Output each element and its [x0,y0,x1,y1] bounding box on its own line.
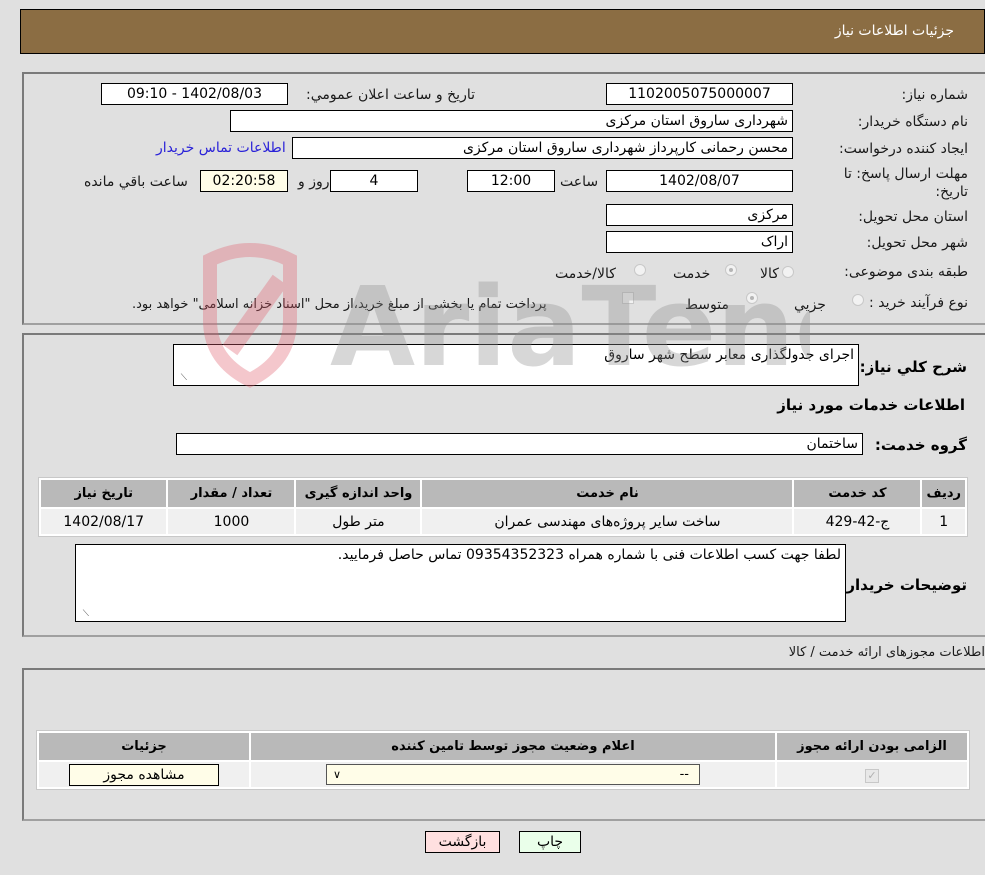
col-permit-required: الزامی بودن ارائه مجوز [777,733,967,760]
page-title: جزئیات اطلاعات نیاز [834,23,954,39]
treasury-bonds-checkbox[interactable] [622,292,634,304]
page-header: جزئیات اطلاعات نیاز [20,9,985,54]
permits-table-header: الزامی بودن ارائه مجوز اعلام وضعیت مجوز … [39,733,967,760]
cell-row: 1 [922,509,965,534]
cell-service-name: ساخت سایر پروژه‌های مهندسی عمران [422,509,793,534]
col-permit-status: اعلام وضعیت مجوز توسط تامین کننده [251,733,775,760]
buyer-org-label: نام دستگاه خريدار: [857,114,968,130]
services-table: ردیف کد خدمت نام خدمت واحد اندازه گیری ت… [38,477,968,537]
announce-datetime-field[interactable]: 1402/08/03 - 09:10 [101,83,288,105]
cell-unit: متر طول [296,509,421,534]
summary-textarea[interactable]: اجرای جدولگذاری معابر سطح شهر ساروق ⟋ [173,344,859,386]
cell-quantity: 1000 [168,509,295,534]
col-unit: واحد اندازه گیری [296,480,421,507]
services-table-header: ردیف کد خدمت نام خدمت واحد اندازه گیری ت… [41,480,965,507]
treasury-bonds-note: پرداخت تمام یا بخشی از مبلغ خرید،از محل … [132,297,547,312]
need-number-label: شماره نیاز: [901,87,969,103]
category-radio-goods-service[interactable] [634,264,646,276]
time-remaining-label: ساعت باقي مانده [84,174,188,190]
view-permit-button[interactable]: مشاهده مجوز [69,763,219,786]
category-option-goods-service: کالا/خدمت [555,266,616,282]
process-radio-partial[interactable] [852,294,864,306]
permits-section-title: اطلاعات مجوزهای ارائه خدمت / کالا [788,645,985,660]
services-title: اطلاعات خدمات مورد نیاز [777,396,965,414]
city-field[interactable]: اراک [606,231,793,253]
buyer-notes-text: لطفا جهت کسب اطلاعات فنی با شماره همراه … [337,547,841,563]
process-option-partial: جزیي [794,297,826,313]
back-button[interactable]: بازگشت [425,831,500,853]
permits-table: الزامی بودن ارائه مجوز اعلام وضعیت مجوز … [36,730,970,790]
resize-grip-icon[interactable]: ⟋ [79,609,89,619]
province-field[interactable]: مرکزی [606,204,793,226]
cell-service-code: ج-42-429 [794,509,921,534]
print-button[interactable]: چاپ [519,831,581,853]
deadline-time-label: ساعت [560,174,599,190]
category-radio-service[interactable] [725,264,737,276]
days-remaining-field[interactable]: 4 [330,170,418,192]
category-label: طبقه بندی موضوعی: [844,264,968,280]
process-radio-medium[interactable] [746,292,758,304]
permit-status-value: -- [679,767,689,782]
permit-status-select[interactable]: -- ∨ [326,764,700,785]
process-option-medium: متوسط [685,297,729,313]
buyer-notes-textarea[interactable]: لطفا جهت کسب اطلاعات فنی با شماره همراه … [75,544,846,622]
service-group-label: گروه خدمت: [874,436,967,454]
deadline-label: مهلت ارسال پاسخ: تا تاریخ: [843,166,968,200]
category-radio-goods[interactable] [782,266,794,278]
permit-required-checkbox[interactable]: ✓ [865,768,879,783]
deadline-time-field[interactable]: 12:00 [467,170,555,192]
province-label: استان محل تحویل: [858,209,968,225]
col-quantity: تعداد / مقدار [168,480,295,507]
service-group-field[interactable]: ساختمان [176,433,863,455]
buyer-contact-link[interactable]: اطلاعات تماس خریدار [156,140,286,156]
requester-label: ایجاد کننده درخواست: [839,141,968,157]
days-label: روز و [298,174,330,190]
requester-field[interactable]: محسن رحمانی کارپرداز شهرداری ساروق استان… [292,137,793,159]
col-service-code: کد خدمت [794,480,921,507]
buyer-org-field[interactable]: شهرداری ساروق استان مرکزی [230,110,793,132]
table-row: 1 ج-42-429 ساخت سایر پروژه‌های مهندسی عم… [41,509,965,534]
city-label: شهر محل تحویل: [866,235,968,251]
chevron-down-icon: ∨ [333,768,342,781]
col-permit-details: جزئیات [39,733,249,760]
col-row: ردیف [922,480,965,507]
category-option-goods: کالا [760,266,779,282]
summary-label: شرح کلي نياز: [859,358,967,376]
table-row: ✓ -- ∨ مشاهده مجوز [39,762,967,787]
summary-text: اجرای جدولگذاری معابر سطح شهر ساروق [604,347,854,363]
cell-need-date: 1402/08/17 [41,509,167,534]
category-option-service: خدمت [673,266,711,282]
time-remaining-field[interactable]: 02:20:58 [200,170,288,192]
resize-grip-icon[interactable]: ⟋ [177,373,187,383]
col-need-date: تاریخ نیاز [41,480,167,507]
announce-label: تاریخ و ساعت اعلان عمومي: [306,87,475,103]
process-label: نوع فرآیند خرید : [869,295,968,311]
buyer-notes-label: توضیحات خریدار: [840,576,967,594]
col-service-name: نام خدمت [422,480,793,507]
need-number-field[interactable]: 1102005075000007 [606,83,793,105]
deadline-date-field[interactable]: 1402/08/07 [606,170,793,192]
